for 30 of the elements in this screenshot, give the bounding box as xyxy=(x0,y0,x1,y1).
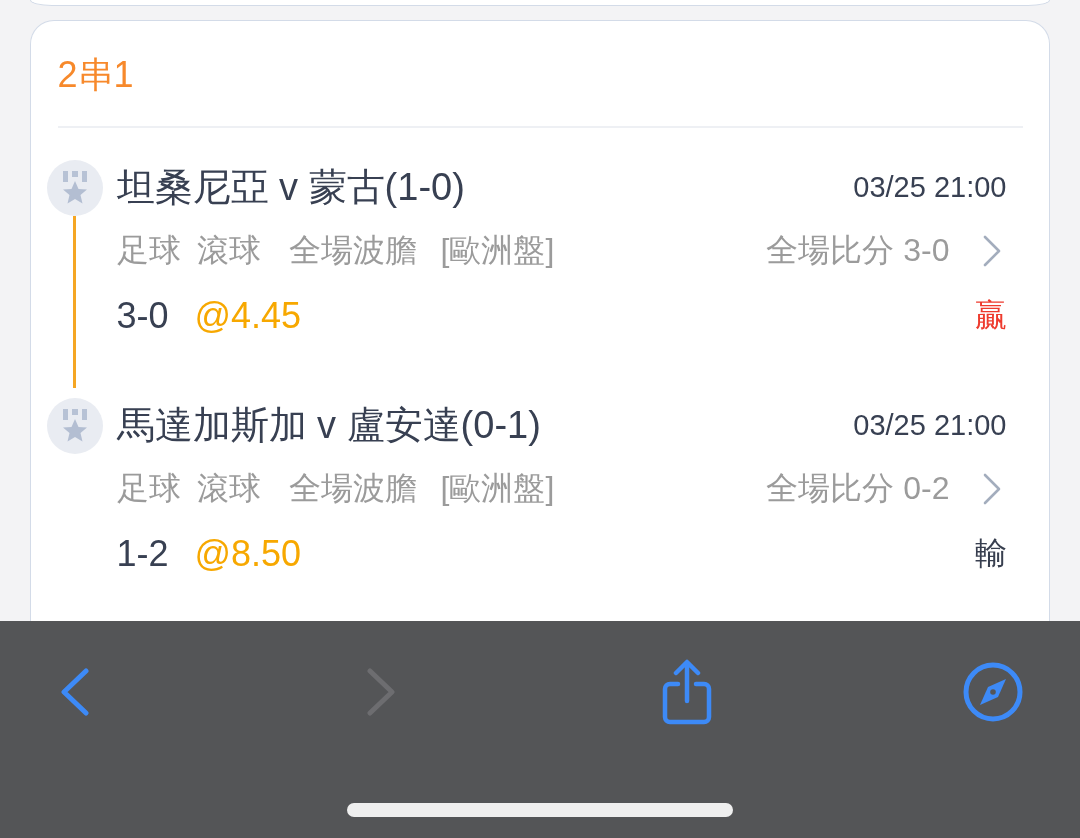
sport-label: 足球 xyxy=(116,468,181,508)
bet-type-title: 2串1 xyxy=(57,55,134,95)
market-label: 全場波膽 xyxy=(288,468,417,508)
share-icon xyxy=(661,659,713,725)
match-title: 馬達加斯加 v 盧安達(0-1) xyxy=(116,403,541,448)
star-medal-icon xyxy=(46,159,103,216)
star-medal-icon xyxy=(46,397,103,454)
pick-score: 1-2 xyxy=(116,532,169,575)
match-time: 03/25 21:00 xyxy=(853,171,1007,204)
market-label: 全場波膽 xyxy=(288,230,417,270)
full-time-score: 全場比分 3-0 xyxy=(766,230,950,270)
chevron-left-icon xyxy=(60,668,90,716)
odds-type-label: [歐洲盤] xyxy=(440,230,555,270)
bet-mode-label: 滾球 xyxy=(196,468,261,508)
chevron-right-icon[interactable] xyxy=(982,234,1001,267)
result-label: 輸 xyxy=(974,533,1007,573)
chevron-right-icon[interactable] xyxy=(982,472,1001,505)
sport-label: 足球 xyxy=(116,230,181,270)
chevron-right-icon xyxy=(366,668,396,716)
compass-button[interactable] xyxy=(961,660,1025,724)
pick-score: 3-0 xyxy=(116,294,169,337)
compass-icon xyxy=(963,662,1023,722)
odds-value: @8.50 xyxy=(194,532,302,575)
match-title: 坦桑尼亞 v 蒙古(1-0) xyxy=(116,165,465,210)
full-time-score: 全場比分 0-2 xyxy=(766,468,950,508)
odds-value: @4.45 xyxy=(194,294,302,337)
result-label: 贏 xyxy=(974,295,1007,335)
match-time: 03/25 21:00 xyxy=(853,409,1007,442)
bet-mode-label: 滾球 xyxy=(196,230,261,270)
odds-type-label: [歐洲盤] xyxy=(440,468,555,508)
